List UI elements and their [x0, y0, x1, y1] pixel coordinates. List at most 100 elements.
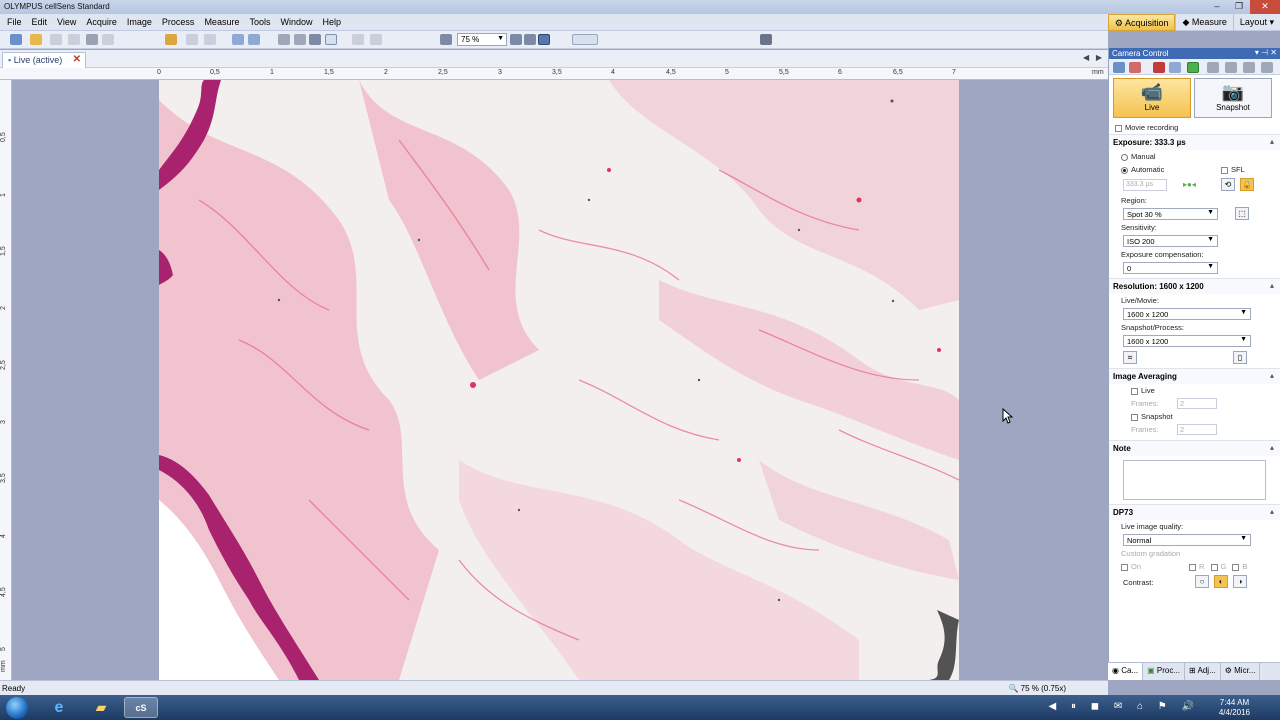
close-button[interactable]: ✕: [1250, 0, 1280, 14]
region-select[interactable]: Spot 30 % ▼: [1123, 208, 1218, 220]
tab-microscope-control[interactable]: ⚙ Micr...: [1221, 663, 1261, 680]
exposure-compensation-select[interactable]: 0 ▼: [1123, 262, 1218, 274]
movie-recording-checkbox[interactable]: [1115, 124, 1122, 132]
note-section-header[interactable]: Note ▴: [1109, 440, 1280, 456]
live-frames-field[interactable]: 2: [1177, 398, 1217, 409]
menu-process[interactable]: Process: [157, 17, 200, 27]
redo-icon[interactable]: [204, 34, 216, 45]
menu-acquire[interactable]: Acquire: [81, 17, 122, 27]
screenshot-icon[interactable]: [760, 34, 772, 45]
manual-radio[interactable]: [1121, 153, 1128, 161]
magnifier-icon[interactable]: [309, 34, 321, 45]
record-icon[interactable]: [1129, 62, 1141, 73]
adjust-icon[interactable]: [248, 34, 260, 45]
fit-window-icon[interactable]: [524, 34, 536, 45]
image-canvas[interactable]: [12, 80, 1108, 680]
menu-window[interactable]: Window: [275, 17, 317, 27]
save-all-icon[interactable]: [68, 34, 80, 45]
tab-process-manager[interactable]: ▣ Proc...: [1143, 663, 1186, 680]
black-balance-icon[interactable]: [1225, 62, 1237, 73]
zoom-in-icon[interactable]: [510, 34, 522, 45]
layout-tab-layout[interactable]: Layout ▾: [1232, 14, 1280, 31]
sfl-checkbox[interactable]: [1221, 166, 1228, 174]
layout-tab-measure[interactable]: ◆ Measure: [1175, 14, 1232, 31]
contrast-high-icon[interactable]: ◑: [1233, 575, 1247, 588]
file-explorer-icon[interactable]: ▰: [84, 697, 118, 718]
tab-adjust-display[interactable]: ⊞ Adj...: [1185, 663, 1221, 680]
info-icon[interactable]: ▯: [1233, 351, 1247, 364]
sfl-option[interactable]: SFL: [1221, 165, 1245, 174]
averaging-live-option[interactable]: Live: [1109, 384, 1280, 397]
gradation-on-checkbox[interactable]: [1121, 563, 1128, 571]
taskbar-clock[interactable]: 7:44 AM 4/4/2016: [1219, 698, 1250, 718]
averaging-snapshot-checkbox[interactable]: [1131, 413, 1138, 421]
close-tab-icon[interactable]: ✕: [73, 54, 81, 65]
panel-pin-close-icons[interactable]: ▾ ⊣ ✕: [1255, 48, 1277, 57]
new-document-icon[interactable]: [10, 34, 22, 45]
live-button[interactable]: 📹 Live: [1113, 78, 1191, 118]
manual-option[interactable]: Manual: [1109, 150, 1280, 163]
exposure-value-field[interactable]: 333.3 µs: [1123, 179, 1167, 191]
channel-b-checkbox[interactable]: [1232, 563, 1240, 571]
panel-menu-icon[interactable]: [1261, 62, 1273, 73]
resolution-section-header[interactable]: Resolution: 1600 x 1200 ▴: [1109, 278, 1280, 294]
collapse-icon[interactable]: ▴: [1270, 137, 1274, 146]
sensitivity-select[interactable]: ISO 200 ▼: [1123, 235, 1218, 247]
live-resolution-select[interactable]: 1600 x 1200 ▼: [1123, 308, 1251, 320]
panel-options-icon[interactable]: [1243, 62, 1255, 73]
view-mode-icon[interactable]: [572, 34, 598, 45]
menu-image[interactable]: Image: [122, 17, 157, 27]
crop-icon[interactable]: ⌗: [1123, 351, 1137, 364]
color-balance-icon[interactable]: [1187, 62, 1199, 73]
live-quality-select[interactable]: Normal ▼: [1123, 534, 1251, 546]
image-averaging-section-header[interactable]: Image Averaging ▴: [1109, 368, 1280, 384]
pan-hand-icon[interactable]: [278, 34, 290, 45]
zoom-select[interactable]: 75 % ▼: [457, 33, 507, 46]
collapse-icon[interactable]: ▴: [1270, 443, 1274, 452]
dp73-section-header[interactable]: DP73 ▴: [1109, 504, 1280, 520]
best-fit-icon[interactable]: [538, 34, 550, 45]
contrast-normal-icon[interactable]: ◐: [1214, 575, 1228, 588]
layout-tab-acquisition[interactable]: ⚙ Acquisition: [1107, 14, 1176, 31]
menu-edit[interactable]: Edit: [27, 17, 53, 27]
draw-line-icon[interactable]: [352, 34, 364, 45]
draw-shape-icon[interactable]: [370, 34, 382, 45]
open-folder-icon[interactable]: [30, 34, 42, 45]
note-textarea[interactable]: [1123, 460, 1266, 500]
menu-measure[interactable]: Measure: [199, 17, 244, 27]
collapse-icon[interactable]: ▴: [1270, 507, 1274, 516]
channel-r-checkbox[interactable]: [1189, 563, 1196, 571]
live-microscope-image[interactable]: [159, 80, 959, 680]
menu-help[interactable]: Help: [317, 17, 346, 27]
collapse-icon[interactable]: ▴: [1270, 371, 1274, 380]
print-preview-icon[interactable]: [102, 34, 114, 45]
tab-live-active[interactable]: ▪ Live (active) ✕: [2, 52, 86, 68]
internet-explorer-icon[interactable]: e: [42, 697, 76, 718]
automatic-option[interactable]: Automatic SFL: [1109, 163, 1280, 176]
select-icon[interactable]: [232, 34, 244, 45]
start-button[interactable]: [6, 697, 28, 719]
tab-scroll-arrows[interactable]: ◀ ▶: [1083, 53, 1102, 62]
menu-file[interactable]: File: [2, 17, 27, 27]
snapshot-frames-field[interactable]: 2: [1177, 424, 1217, 435]
menu-view[interactable]: View: [52, 17, 81, 27]
automatic-radio[interactable]: [1121, 166, 1128, 174]
properties-icon[interactable]: [165, 34, 177, 45]
snapshot-button[interactable]: 📷 Snapshot: [1194, 78, 1272, 118]
undo-icon[interactable]: [186, 34, 198, 45]
zoom-out-icon[interactable]: [440, 34, 452, 45]
print-icon[interactable]: [86, 34, 98, 45]
tab-camera-control[interactable]: ◉ Ca...: [1108, 663, 1144, 680]
histogram-icon[interactable]: [1169, 62, 1181, 73]
averaging-live-checkbox[interactable]: [1131, 387, 1138, 395]
white-balance-icon[interactable]: [1207, 62, 1219, 73]
contrast-low-icon[interactable]: ○: [1195, 575, 1209, 588]
save-icon[interactable]: [50, 34, 62, 45]
cellsens-taskbar-icon[interactable]: cS: [124, 697, 158, 718]
region-select-icon[interactable]: ⬚: [1235, 207, 1249, 220]
camera-settings-icon[interactable]: [1113, 62, 1125, 73]
minimize-button[interactable]: –: [1206, 0, 1228, 14]
reset-exposure-icon[interactable]: ⟲: [1221, 178, 1235, 191]
stop-icon[interactable]: [1153, 62, 1165, 73]
zoom-icon[interactable]: [294, 34, 306, 45]
